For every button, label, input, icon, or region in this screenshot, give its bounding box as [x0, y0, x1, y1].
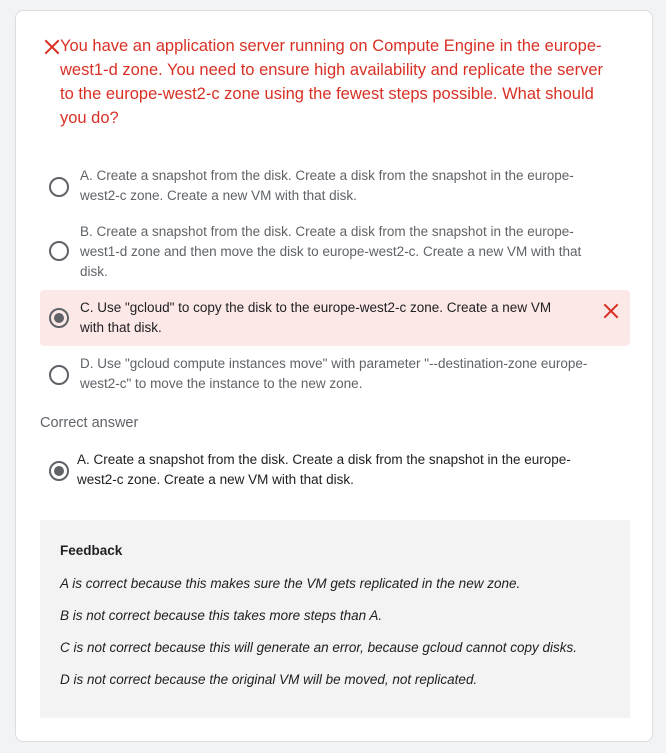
correct-answer-line2: west2-c zone. Create a new VM with that …	[77, 472, 354, 487]
radio-button[interactable]	[49, 365, 69, 385]
question-text: You have an application server running o…	[60, 37, 604, 127]
radio-button-selected[interactable]	[49, 308, 69, 328]
option-b[interactable]: B. Create a snapshot from the disk. Crea…	[40, 220, 630, 282]
option-a-line1: A. Create a snapshot from the disk. Crea…	[80, 168, 574, 183]
option-b-line3: disk.	[80, 264, 108, 279]
option-c-line1: C. Use "gcloud" to copy the disk to the …	[80, 300, 552, 315]
correct-answer-line1: A. Create a snapshot from the disk. Crea…	[77, 452, 571, 467]
option-d[interactable]: D. Use "gcloud compute instances move" w…	[40, 352, 630, 398]
correct-answer-label: Correct answer	[40, 415, 139, 431]
feedback-line-b: B is not correct because this takes more…	[60, 608, 383, 623]
option-b-line1: B. Create a snapshot from the disk. Crea…	[80, 224, 574, 239]
feedback-panel: Feedback A is correct because this makes…	[40, 520, 630, 718]
option-d-line1: D. Use "gcloud compute instances move" w…	[80, 356, 588, 371]
option-b-line2: west1-d zone and then move the disk to e…	[80, 244, 582, 259]
incorrect-icon	[603, 303, 619, 319]
option-c-line2: with that disk.	[80, 320, 162, 335]
option-a[interactable]: A. Create a snapshot from the disk. Crea…	[40, 164, 630, 210]
feedback-line-c: C is not correct because this will gener…	[60, 640, 578, 655]
feedback-line-d: D is not correct because the original VM…	[60, 672, 478, 687]
option-a-line2: west2-c zone. Create a new VM with that …	[80, 188, 357, 203]
correct-answer-option: A. Create a snapshot from the disk. Crea…	[40, 448, 630, 494]
radio-button[interactable]	[49, 241, 69, 261]
feedback-line-a: A is correct because this makes sure the…	[60, 576, 521, 591]
radio-button-selected	[49, 461, 69, 481]
option-c[interactable]: C. Use "gcloud" to copy the disk to the …	[40, 290, 630, 346]
feedback-title: Feedback	[60, 543, 123, 558]
option-d-line2: west2-c" to move the instance to the new…	[80, 376, 363, 391]
radio-button[interactable]	[49, 177, 69, 197]
close-icon	[44, 39, 60, 55]
